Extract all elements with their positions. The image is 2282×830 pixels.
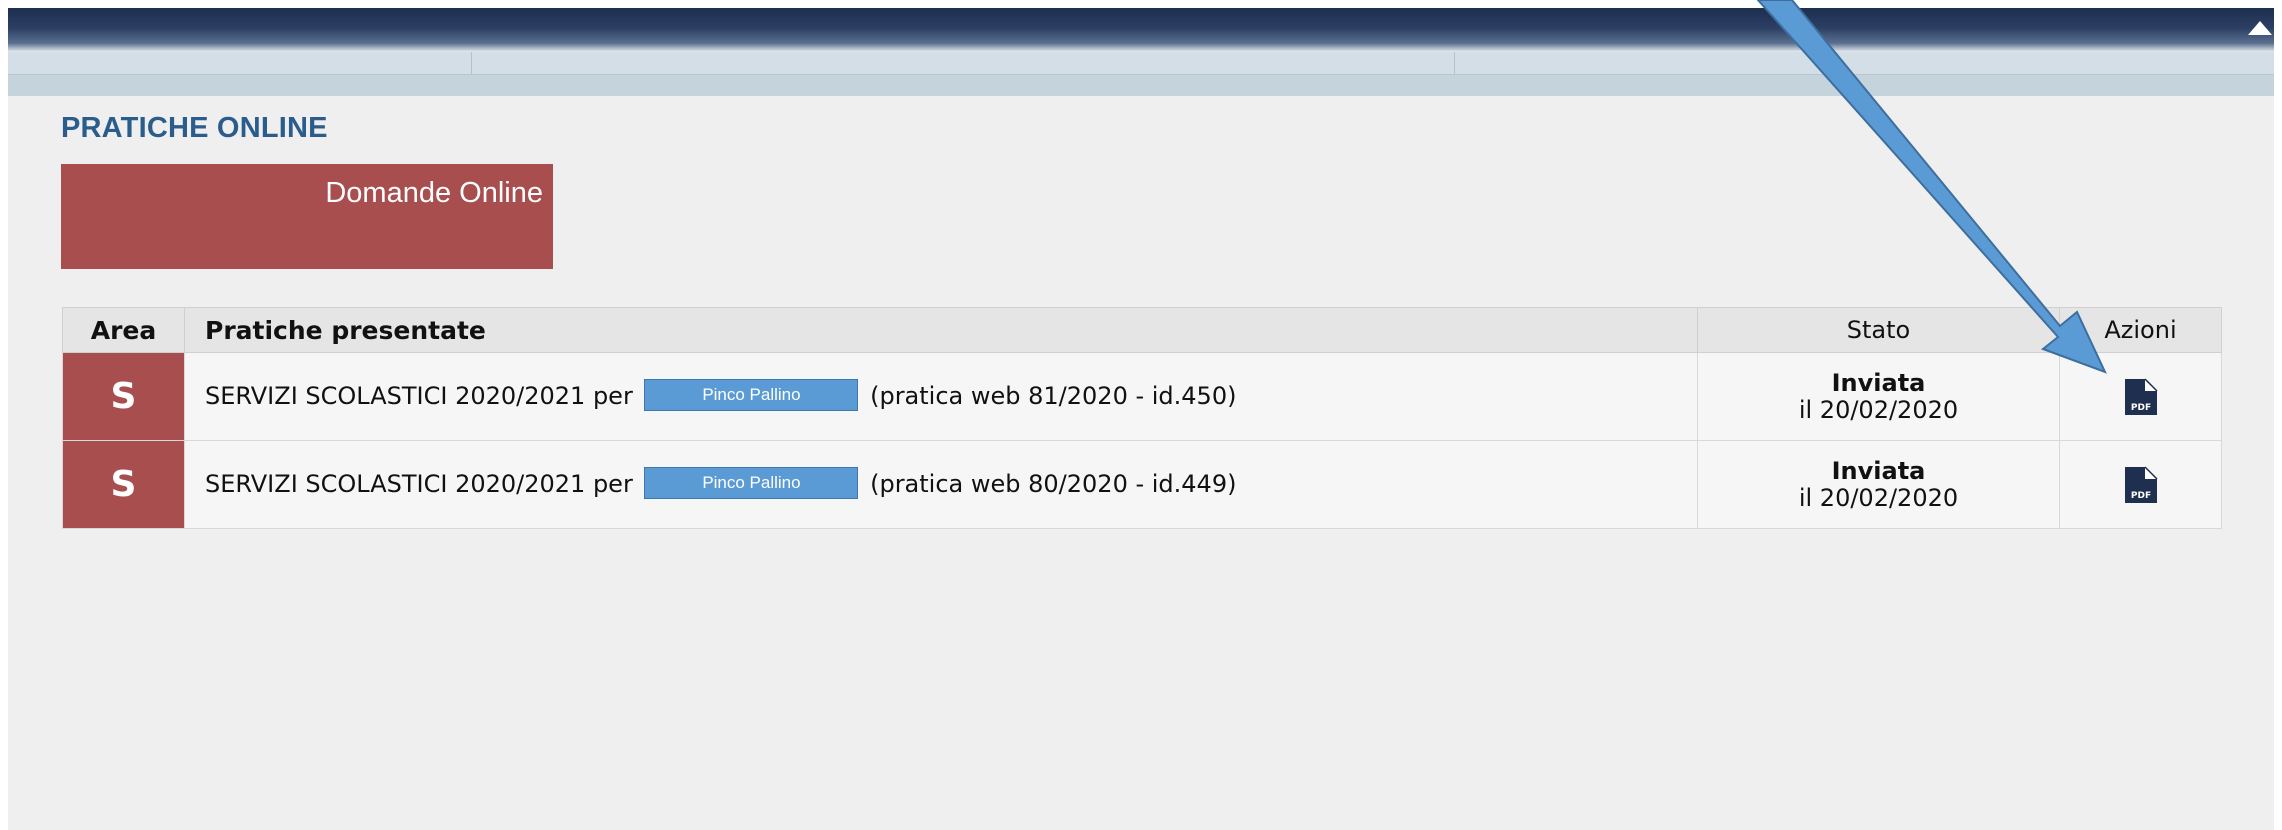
scroll-up-icon[interactable] [2248, 21, 2272, 35]
column-header-stato: Stato [1697, 307, 2060, 353]
actions-cell: PDF [2059, 440, 2222, 529]
area-badge: S [62, 352, 185, 441]
status-date: il 20/02/2020 [1798, 483, 1959, 512]
applicant-name-highlight: Pinco Pallino [644, 378, 859, 411]
area-badge: S [62, 440, 185, 529]
pratica-title: SERVIZI SCOLASTICI 2020/2021 per [205, 469, 633, 498]
nav-divider [1454, 52, 1455, 74]
pratiche-table: Area Pratiche presentate Stato Azioni S … [62, 307, 2222, 529]
table-row: S SERVIZI SCOLASTICI 2020/2021 per Pinco… [62, 352, 2222, 441]
status-cell: Inviata il 20/02/2020 [1697, 440, 2060, 529]
pratica-reference: (pratica web 81/2020 - id.450) [870, 381, 1237, 410]
pratica-reference: (pratica web 80/2020 - id.449) [870, 469, 1237, 498]
svg-text:PDF: PDF [2130, 403, 2150, 413]
pdf-file-icon[interactable]: PDF [2123, 465, 2159, 505]
status-date: il 20/02/2020 [1798, 395, 1959, 424]
table-row: S SERVIZI SCOLASTICI 2020/2021 per Pinco… [62, 440, 2222, 529]
table-header-row: Area Pratiche presentate Stato Azioni [62, 307, 2222, 353]
applicant-name-highlight: Pinco Pallino [644, 466, 859, 499]
status-cell: Inviata il 20/02/2020 [1697, 352, 2060, 441]
status-label: Inviata [1831, 456, 1926, 485]
pratica-title: SERVIZI SCOLASTICI 2020/2021 per [205, 381, 633, 410]
pratica-description: SERVIZI SCOLASTICI 2020/2021 per Pinco P… [184, 352, 1698, 441]
column-header-pratiche: Pratiche presentate [184, 307, 1698, 353]
page-title: PRATICHE ONLINE [61, 112, 328, 144]
navigation-bar [8, 52, 2274, 96]
column-header-azioni: Azioni [2059, 307, 2222, 353]
pratica-description: SERVIZI SCOLASTICI 2020/2021 per Pinco P… [184, 440, 1698, 529]
svg-text:PDF: PDF [2130, 491, 2150, 501]
navigation-row [8, 52, 2274, 75]
domande-online-tile[interactable]: Domande Online [61, 164, 553, 269]
pdf-file-icon[interactable]: PDF [2123, 377, 2159, 417]
status-label: Inviata [1831, 368, 1926, 397]
nav-divider [471, 52, 472, 74]
top-header-bar [8, 8, 2274, 52]
actions-cell: PDF [2059, 352, 2222, 441]
column-header-area: Area [62, 307, 185, 353]
page-frame: PRATICHE ONLINE Domande Online Area Prat… [8, 8, 2274, 830]
